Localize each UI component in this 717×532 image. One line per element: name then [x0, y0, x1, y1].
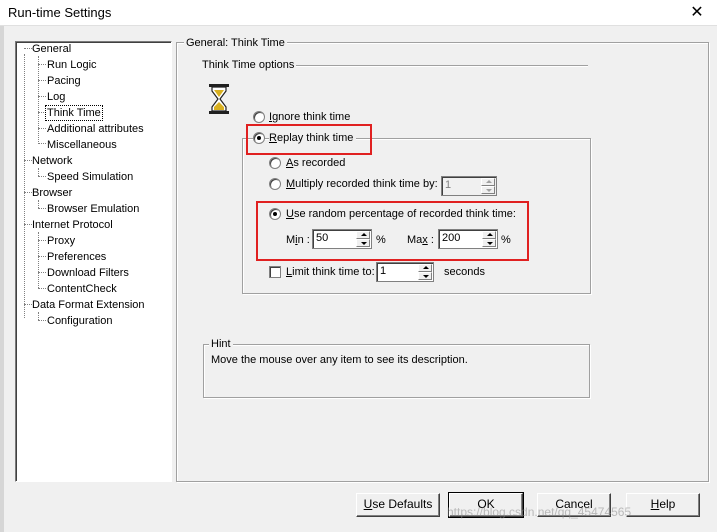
tree-item-pacing[interactable]: Pacing — [47, 74, 81, 88]
tree-root-line — [24, 54, 25, 318]
tree-branch — [38, 128, 46, 129]
limit-value: 1 — [380, 265, 387, 277]
tree-item-think-time[interactable]: Think Time — [45, 105, 103, 121]
tree-item-network[interactable]: Network — [32, 154, 72, 168]
tree-branch — [38, 240, 46, 241]
tree-item-run-logic[interactable]: Run Logic — [47, 58, 97, 72]
tree-item-proxy[interactable]: Proxy — [47, 234, 75, 248]
limit-down-icon[interactable] — [418, 272, 432, 280]
tree-branch — [38, 272, 46, 273]
as-recorded-label[interactable]: As recorded — [286, 156, 346, 170]
tree-item-speed-simulation[interactable]: Speed Simulation — [47, 170, 133, 184]
tree-branch — [38, 208, 46, 209]
limit-spinner[interactable]: 1 — [376, 262, 434, 282]
ignore-think-time-radio[interactable] — [253, 111, 265, 123]
tree-branch — [38, 176, 46, 177]
tree-network-line — [38, 168, 39, 176]
limit-think-time-checkbox[interactable] — [269, 266, 281, 278]
hint-text: Move the mouse over any item to see its … — [211, 354, 468, 366]
tree-item-miscellaneous[interactable]: Miscellaneous — [47, 138, 117, 152]
think-time-panel: General: Think Time Think Time options I… — [176, 35, 709, 482]
dialog-client: General Run Logic Pacing Log Think Time … — [0, 26, 717, 532]
replay-highlight-box — [246, 124, 372, 155]
multiply-up-icon[interactable] — [481, 178, 495, 186]
tree-branch — [38, 143, 46, 144]
options-group-label: Think Time options — [202, 58, 295, 72]
random-highlight-box — [256, 201, 529, 261]
tree-branch — [24, 192, 32, 193]
use-defaults-text: se Defaults — [372, 497, 433, 511]
options-group-line — [296, 65, 588, 66]
tree-item-download-filters[interactable]: Download Filters — [47, 266, 129, 280]
limit-unit: seconds — [444, 265, 485, 279]
tree-item-additional-attributes[interactable]: Additional attributes — [47, 122, 144, 136]
ignore-think-time-label[interactable]: Ignore think time — [269, 110, 351, 124]
tree-branch — [38, 96, 46, 97]
as-recorded-label-text: s recorded — [293, 157, 346, 169]
tree-item-data-format-extension[interactable]: Data Format Extension — [32, 298, 145, 312]
limit-spin-buttons — [418, 264, 432, 280]
tree-branch — [38, 64, 46, 65]
tree-item-general[interactable]: General — [32, 42, 71, 56]
multiply-spin-buttons — [481, 178, 495, 194]
tree-item-configuration[interactable]: Configuration — [47, 314, 112, 328]
tree-general-line — [38, 56, 39, 142]
multiply-spinner[interactable]: 1 — [441, 176, 497, 196]
tree-branch — [24, 48, 32, 49]
tree-item-internet-protocol[interactable]: Internet Protocol — [32, 218, 113, 232]
tree-item-contentcheck[interactable]: ContentCheck — [47, 282, 117, 296]
tree-dfe-line — [38, 312, 39, 320]
multiply-label-text: ultiply recorded think time by: — [295, 178, 438, 190]
hourglass-icon — [209, 84, 229, 114]
multiply-accel: M — [286, 178, 296, 190]
limit-up-icon[interactable] — [418, 264, 432, 272]
use-defaults-button[interactable]: Use Defaults — [356, 493, 440, 517]
left-edge — [0, 26, 4, 532]
tree-item-log[interactable]: Log — [47, 90, 65, 104]
multiply-radio[interactable] — [269, 178, 281, 190]
tree-branch — [38, 256, 46, 257]
tree-branch — [38, 288, 46, 289]
as-recorded-radio[interactable] — [269, 157, 281, 169]
hint-title: Hint — [209, 337, 233, 351]
multiply-label[interactable]: Multiply recorded think time by: — [286, 177, 438, 191]
tree-item-browser-emulation[interactable]: Browser Emulation — [47, 202, 139, 216]
multiply-value: 1 — [445, 179, 452, 191]
tree-branch — [24, 160, 32, 161]
close-icon[interactable]: ✕ — [677, 0, 717, 26]
use-defaults-accel: U — [363, 497, 373, 511]
tree-branch — [38, 112, 46, 113]
window-title: Run-time Settings — [8, 5, 112, 20]
tree-branch — [38, 80, 46, 81]
help-text: elp — [659, 497, 676, 511]
ignore-label-text: gnore think time — [272, 111, 351, 123]
tree-branch — [38, 320, 46, 321]
title-bar: Run-time Settings ✕ — [0, 0, 717, 26]
panel-header: General: Think Time — [184, 36, 287, 50]
tree-browser-line — [38, 200, 39, 208]
multiply-down-icon[interactable] — [481, 186, 495, 194]
tree-branch — [24, 304, 32, 305]
watermark-text: https://blog.csdn.net/qq_45474565 — [447, 505, 632, 519]
limit-label-text: imit think time to: — [292, 266, 375, 278]
tree-branch — [24, 224, 32, 225]
settings-tree[interactable]: General Run Logic Pacing Log Think Time … — [15, 41, 172, 482]
help-button[interactable]: Help — [626, 493, 700, 517]
limit-think-time-label[interactable]: Limit think time to: — [286, 265, 375, 279]
tree-item-browser[interactable]: Browser — [32, 186, 72, 200]
tree-item-preferences[interactable]: Preferences — [47, 250, 106, 264]
